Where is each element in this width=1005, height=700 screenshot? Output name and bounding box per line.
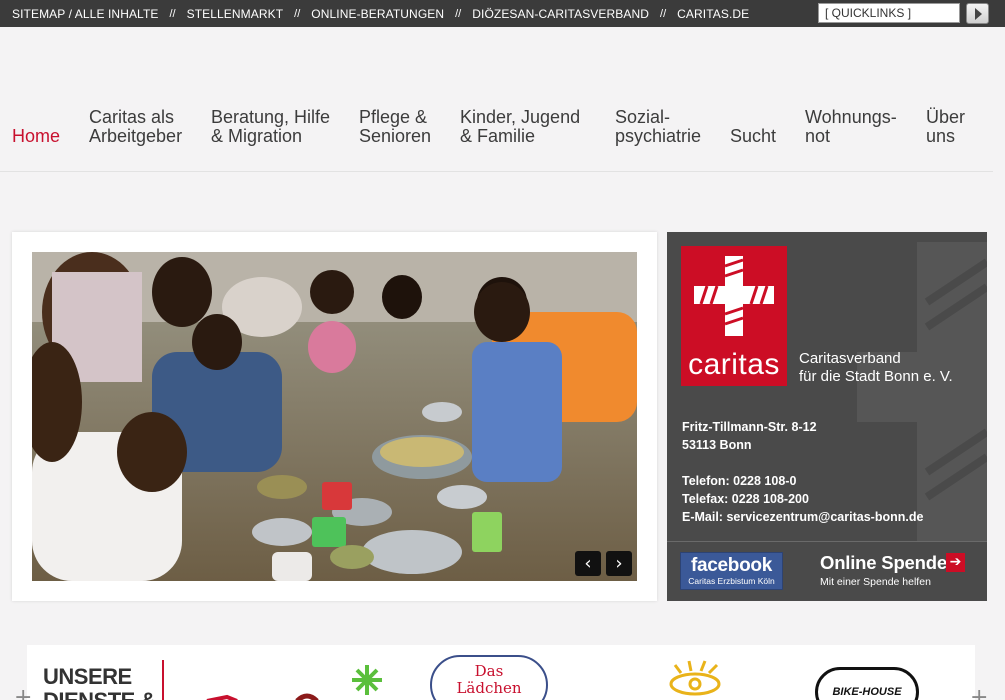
- phone: Telefon: 0228 108-0: [682, 474, 797, 488]
- nav-label-line1: Beratung, Hilfe: [211, 107, 331, 127]
- logo-wordmark: caritas: [688, 348, 780, 381]
- nav-label-line1: Caritas als: [89, 107, 175, 127]
- nav-sucht[interactable]: Sucht: [730, 127, 776, 146]
- partner-text: Lädchen: [456, 679, 522, 697]
- nav-label-line2: & Familie: [460, 126, 536, 146]
- main-nav: Home Caritas als Arbeitgeber Beratung, H…: [0, 106, 993, 172]
- nav-label-line2: Senioren: [359, 126, 432, 146]
- spenden-subtitle: Mit einer Spende helfen: [820, 576, 931, 588]
- slider-photo: [32, 252, 637, 581]
- online-spenden-link[interactable]: Online Spenden Mit einer Spende helfen ➔: [820, 552, 965, 588]
- partner-text: BIKE-HOUSE: [832, 686, 902, 698]
- partner-logo-1[interactable]: [197, 663, 397, 700]
- nav-label-line2: & Migration: [211, 126, 303, 146]
- slider-next-button[interactable]: ›: [606, 551, 632, 576]
- toplink-online-beratungen[interactable]: ONLINE-BERATUNGEN: [311, 7, 444, 21]
- partner-logo-laedchen[interactable]: Das Lädchen: [430, 655, 548, 700]
- food-distribution-photo: [32, 252, 637, 581]
- plus-icon[interactable]: +: [970, 685, 988, 700]
- nav-caritas-arbeitgeber[interactable]: Caritas als Arbeitgeber: [89, 108, 182, 146]
- quicklinks-go-button[interactable]: [966, 3, 989, 24]
- nav-label-line2: psychiatrie: [615, 126, 702, 146]
- organization-name: Caritasverband für die Stadt Bonn e. V.: [799, 350, 953, 386]
- facebook-button[interactable]: facebook Caritas Erzbistum Köln: [680, 552, 783, 590]
- fax: Telefax: 0228 108-200: [682, 492, 809, 506]
- top-links: SITEMAP / ALLE INHALTE // STELLENMARKT /…: [12, 0, 749, 27]
- caritas-cross-icon: [694, 256, 774, 336]
- nav-sozialpsychiatrie[interactable]: Sozial- psychiatrie: [615, 108, 701, 146]
- separator: //: [169, 7, 176, 20]
- toplink-dioezesan[interactable]: DIÖZESAN-CARITASVERBAND: [472, 7, 649, 21]
- contact-panel: caritas Caritasverband für die Stadt Bon…: [667, 232, 987, 601]
- toplink-stellenmarkt[interactable]: STELLENMARKT: [187, 7, 284, 21]
- nav-pflege-senioren[interactable]: Pflege & Senioren: [359, 108, 431, 146]
- caritas-logo[interactable]: caritas: [681, 246, 787, 386]
- contact-details: Fritz-Tillmann-Str. 8-12 53113 Bonn Tele…: [682, 418, 923, 526]
- separator: //: [455, 7, 462, 20]
- nav-label-line1: Wohnungs-: [805, 107, 897, 127]
- nav-home-label: Home: [12, 126, 61, 146]
- nav-label-line2: Arbeitgeber: [89, 126, 183, 146]
- toplink-caritas-de[interactable]: CARITAS.DE: [677, 7, 749, 21]
- nav-label-line1: Über: [926, 107, 966, 127]
- nav-wohnungsnot[interactable]: Wohnungs- not: [805, 108, 897, 146]
- plus-icon[interactable]: +: [14, 685, 32, 700]
- address-street: Fritz-Tillmann-Str. 8-12: [682, 420, 817, 434]
- nav-label-line2: not: [805, 126, 831, 146]
- divider: [162, 660, 164, 700]
- partner-logo-bikehouse[interactable]: BIKE-HOUSE: [815, 667, 919, 700]
- nav-kinder-jugend[interactable]: Kinder, Jugend & Familie: [460, 108, 580, 146]
- slider-prev-button[interactable]: ‹: [575, 551, 601, 576]
- nav-label-line1: Kinder, Jugend: [460, 107, 581, 127]
- toplink-sitemap[interactable]: SITEMAP / ALLE INHALTE: [12, 7, 158, 21]
- heading-line1: UNSERE: [43, 664, 132, 689]
- nav-beratung-hilfe[interactable]: Beratung, Hilfe & Migration: [211, 108, 330, 146]
- partner-text: Das: [474, 662, 504, 680]
- nav-ueber-uns[interactable]: Über uns: [926, 108, 965, 146]
- nav-home[interactable]: Home: [12, 127, 60, 146]
- separator: //: [294, 7, 301, 20]
- top-bar: SITEMAP / ALLE INHALTE // STELLENMARKT /…: [0, 0, 1005, 27]
- nav-label-line1: Sucht: [730, 126, 777, 146]
- nav-label-line1: Pflege &: [359, 107, 428, 127]
- address-city: 53113 Bonn: [682, 438, 752, 452]
- separator: //: [660, 7, 667, 20]
- services-strip: UNSERE DIENSTE & Das Lädchen BIKE-HOUSE: [27, 645, 975, 700]
- spenden-title: Online Spenden: [820, 552, 959, 573]
- services-heading: UNSERE DIENSTE &: [43, 665, 156, 700]
- org-line2: für die Stadt Bonn e. V.: [799, 368, 953, 385]
- divider: [667, 541, 987, 542]
- partner-logo-eye[interactable]: [665, 659, 725, 699]
- arrow-right-icon: ➔: [946, 553, 965, 572]
- facebook-title: facebook: [690, 555, 772, 576]
- org-line1: Caritasverband: [799, 350, 901, 367]
- quicklinks-select[interactable]: [ QUICKLINKS ]: [818, 3, 960, 23]
- facebook-subtitle: Caritas Erzbistum Köln: [688, 576, 775, 586]
- email-link[interactable]: E-Mail: servicezentrum@caritas-bonn.de: [682, 508, 923, 526]
- image-slider: ‹ ›: [12, 232, 657, 601]
- nav-label-line1: Sozial-: [615, 107, 671, 127]
- nav-label-line2: uns: [926, 126, 956, 146]
- heading-line2: DIENSTE &: [43, 689, 156, 700]
